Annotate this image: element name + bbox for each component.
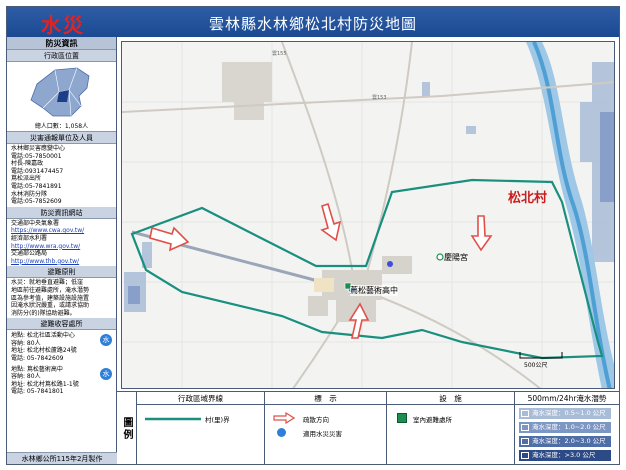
shelter-line: 容納: 80人 [11,373,41,381]
title-bar: 水災 雲林縣水林鄉松北村防災地圖 [7,7,619,37]
boundary-line-swatch [145,416,201,424]
contact-line: 村長-陳嘉政 [11,160,44,168]
websites-list: 交通部中央氣象署 https://www.cwa.gov.tw/ 經濟部水利署 … [7,219,116,267]
contact-line: 電話:05-7852609 [11,198,62,206]
principle-line: 因淹水狀況嚴重，或請求協助 [11,302,90,310]
boundary-item-label: 村(里)界 [205,416,230,424]
info-sidebar: 防災資訊 行政區位置 總人口數：1,058人 災害通報單位及人員 水林鄉災害應變… [7,37,117,464]
principle-text: 水災：就地垂直避難；低窪 地區前往避難處所，淹水潛勢 區為參考值，建築設施設施置… [7,278,116,318]
legend-col-title: 500mm/24hr淹水潛勢 [515,392,619,405]
shelter-item: 水 地點: 松北社區活動中心 容納: 80人 地址: 松北村松蘆路24號 電話:… [7,330,116,364]
village-label: 松北村 [508,191,548,206]
legend-boundary-col: 行政區域界線 村(里)界 [137,392,265,465]
map-title: 雲林縣水林鄉松北村防災地圖 [208,15,417,33]
legend-col-title: 行政區域界線 [137,392,264,405]
township-location-map [30,67,90,117]
contacts-list: 水林鄉災害應變中心 電話:05-7850001 村長-陳嘉政 電話:093147… [7,144,116,207]
contact-line: 蔦松派出所 [11,175,42,183]
contact-line: 電話:05-7841891 [11,182,62,190]
principle-line: 消防分(的)隊協助避難。 [11,309,76,317]
road-label: 雲155 [272,51,287,57]
website-link-thb[interactable]: http://www.thb.gov.tw/ [11,258,112,266]
shelter-line: 地址: 松北村蔦松路1-1號 [11,380,79,388]
website-label: 交通部中央氣象署 [11,219,60,227]
legend-panel: 圖例 行政區域界線 村(里)界 標 示 疏散方向 適用水災災害 設 施 室內避難… [117,391,619,465]
shelter-line: 容納: 80人 [11,339,41,347]
website-link-wra[interactable]: http://www.wra.gov.tw/ [11,243,112,251]
map-graphic [122,42,614,388]
road-label: 雲153 [372,95,387,101]
water-hazard-icon: 水 [100,367,112,380]
flood-class-3: 淹水深度：2.0~3.0 公尺 [519,436,611,447]
legend-flood-col: 500mm/24hr淹水潛勢 淹水深度：0.5~1.0 公尺 淹水深度：1.0~… [515,392,619,465]
evac-arrow-icon [273,411,296,426]
websites-title: 防災資訊網站 [7,206,116,219]
flood-class-4: 淹水深度：>3.0 公尺 [519,450,611,461]
shelter-item: 水 地點: 蔦松藝術高中 容納: 80人 地址: 松北村蔦松路1-1號 電話: … [7,364,116,398]
website-label: 經濟部水利署 [11,234,48,242]
flood-class-2: 淹水深度：1.0~2.0 公尺 [519,422,611,433]
principle-line: 地區前往避難處所，淹水潛勢 [11,286,90,294]
shelter-line: 地址: 松北村松蘆路24號 [11,347,77,355]
legend-facility-col: 設 施 室內避難處所 [387,392,515,465]
shelter-item-label: 適用水災災害 [303,430,342,438]
shelter-line: 電話: 05-7842609 [11,354,64,362]
contact-line: 水林鄉災害應變中心 [11,145,66,152]
indoor-shelter-icon [397,413,407,423]
shelter-line: 地點: 松北社區活動中心 [11,332,75,340]
legend-col-title: 設 施 [387,392,514,405]
location-thumbnail [7,62,116,122]
temple-label: 慶陽宮 [444,253,468,262]
website-label: 交通部公路局 [11,250,48,258]
principle-line: 水災：就地垂直避難；低窪 [11,279,84,287]
legend-label-text: 圖例 [121,416,132,441]
water-hazard-icon [277,428,286,437]
location-title: 行政區位置 [7,50,116,62]
legend-markers-col: 標 示 疏散方向 適用水災災害 [265,392,387,465]
map-canvas[interactable]: 松北村 蔦松藝術高中 慶陽宮 雲153 雲155 500公尺 [121,41,615,389]
shelter-line: 電話: 05-7841801 [11,388,64,396]
school-label: 蔦松藝術高中 [350,285,398,296]
legend-col-title: 標 示 [265,392,386,405]
principle-line: 區為參考值，建築設施設施置 [11,294,90,302]
population-count: 總人口數：1,058人 [7,122,116,132]
sidebar-heading: 防災資訊 [7,37,116,50]
footer-credit: 水林鄉公所115年2月製作 [7,452,117,464]
facility-item-label: 室內避難處所 [413,416,452,424]
legend-label: 圖例 [117,392,137,465]
evac-item-label: 疏散方向 [303,416,329,424]
shelters-title: 避難收容處所 [7,318,116,331]
flood-class-1: 淹水深度：0.5~1.0 公尺 [519,408,611,419]
scale-label: 500公尺 [524,362,548,369]
map-sheet: 水災 雲林縣水林鄉松北村防災地圖 防災資訊 行政區位置 總人口數：1,058人 … [6,6,620,465]
contacts-title: 災害通報單位及人員 [7,132,116,144]
principle-title: 避難原則 [7,266,116,279]
website-link-cwa[interactable]: https://www.cwa.gov.tw/ [11,227,112,235]
